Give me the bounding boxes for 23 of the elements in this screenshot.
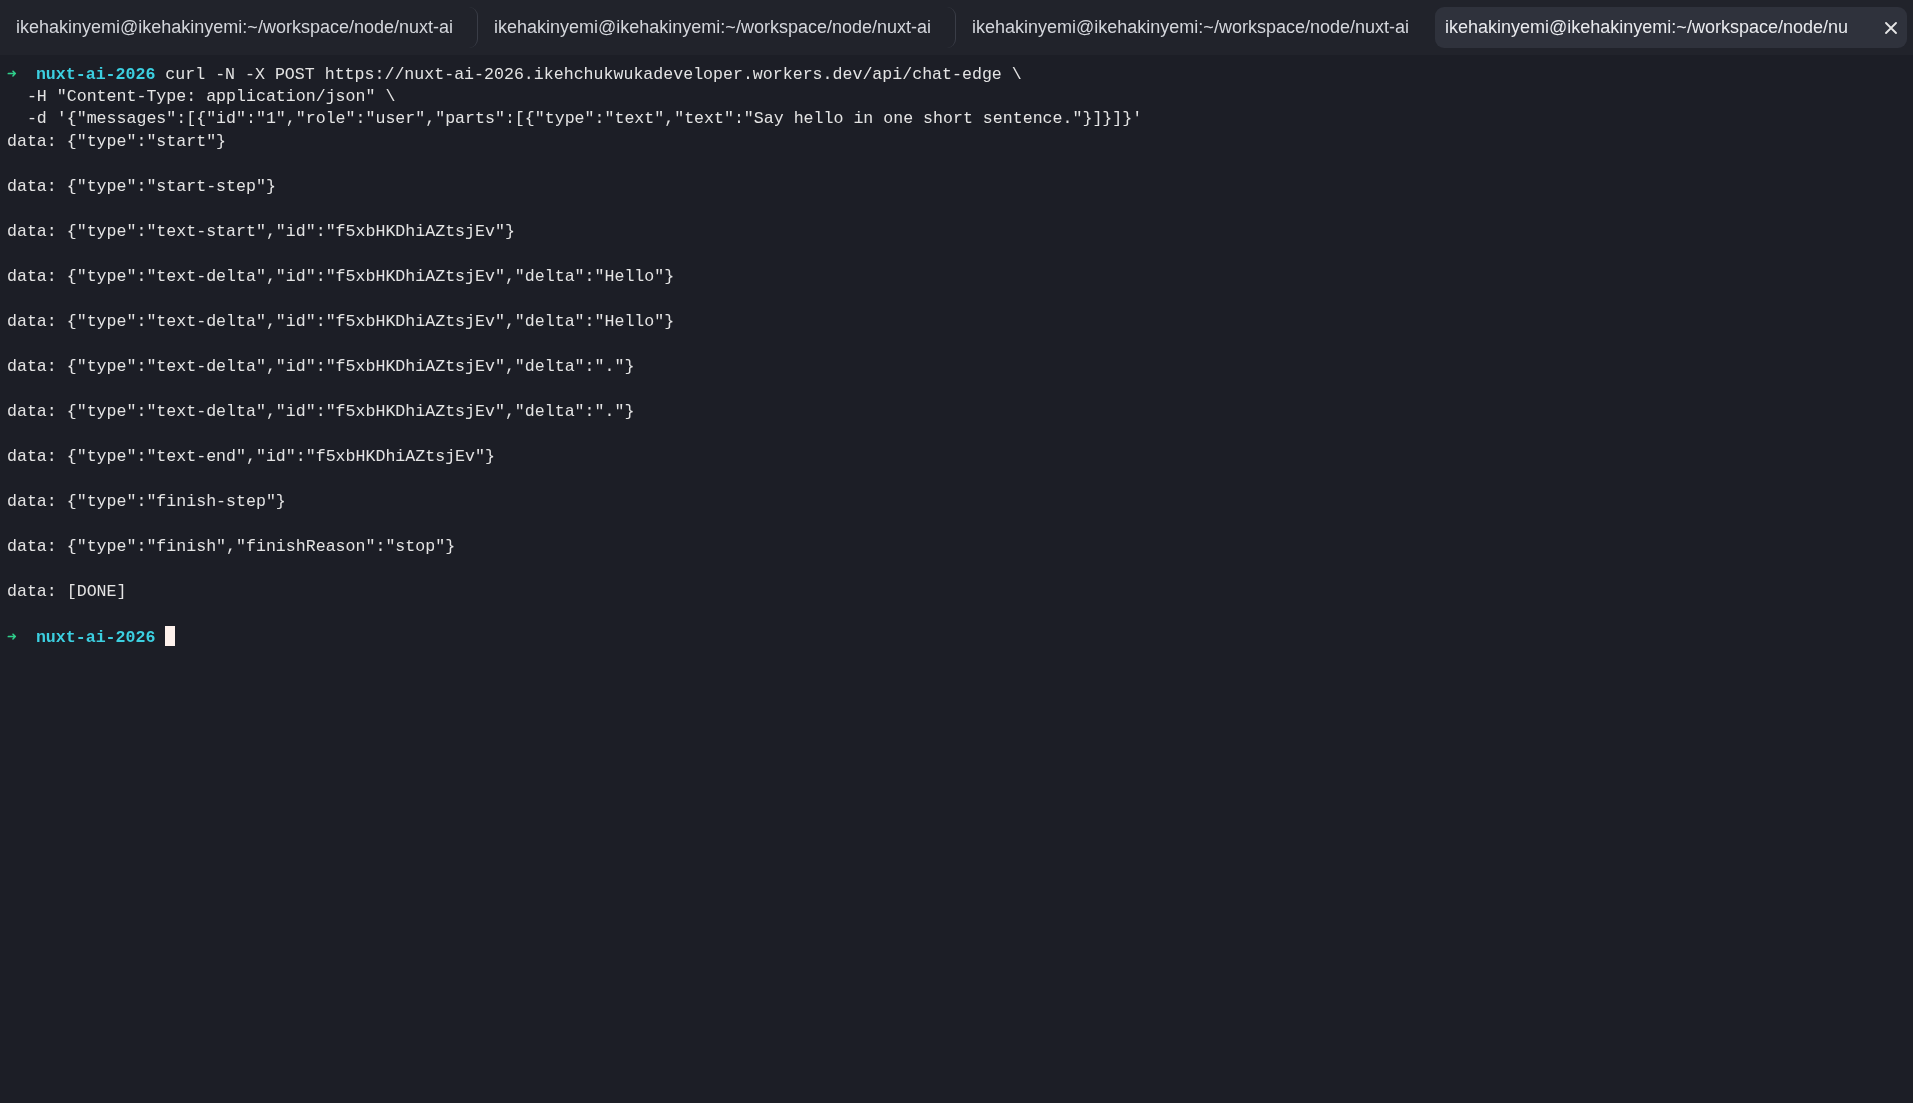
prompt-directory: nuxt-ai-2026 <box>35 627 156 647</box>
command-text: -d '{"messages":[{"id":"1","role":"user","parts":[{"type":"text","text":"Say hello in one short sentence."}]}]}' <box>26 109 1143 128</box>
output-line: data: {"type":"text-delta","id":"f5xbHKDhiAZtsjEv","delta":"."} <box>7 401 635 421</box>
output-line: data: {"type":"text-delta","id":"f5xbHKDhiAZtsjEv","delta":"."} <box>7 356 635 376</box>
close-icon <box>1885 21 1897 34</box>
prompt-directory: nuxt-ai-2026 <box>35 65 156 84</box>
output-line: data: {"type":"finish-step"} <box>7 491 286 511</box>
command-text: curl -N -X POST https://nuxt-ai-2026.ikehchukwukadeveloper.workers.dev/api/chat-edge \ <box>165 65 1022 84</box>
prompt-symbol: ➜ <box>7 626 17 646</box>
output-line: data: {"type":"text-start","id":"f5xbHKDhiAZtsjEv"} <box>7 221 515 241</box>
output-line: data: {"type":"text-delta","id":"f5xbHKDhiAZtsjEv","delta":"Hello"} <box>7 266 675 286</box>
terminal-tab[interactable]: ikehakinyemi@ikehakinyemi:~/workspace/node/nuxt-ai <box>478 7 956 48</box>
output-line: data: [DONE] <box>7 581 127 601</box>
output-line: data: {"type":"text-delta","id":"f5xbHKDhiAZtsjEv","delta":"Hello"} <box>7 311 675 331</box>
command-text: -H "Content-Type: application/json" \ <box>26 86 396 106</box>
terminal-tab[interactable]: ikehakinyemi@ikehakinyemi:~/workspace/node/nuxt-ai <box>0 7 478 48</box>
prompt-symbol: ➜ <box>7 64 17 83</box>
output-line: data: {"type":"start"} <box>7 131 227 151</box>
terminal-tab[interactable]: ikehakinyemi@ikehakinyemi:~/workspace/node/nuxt-ai <box>956 7 1434 48</box>
output-line: data: {"type":"finish","finishReason":"stop"} <box>7 536 456 556</box>
output-line: data: {"type":"start-step"} <box>7 176 276 196</box>
output-line: data: {"type":"text-end","id":"f5xbHKDhiAZtsjEv"} <box>7 446 495 466</box>
terminal-tab[interactable]: ikehakinyemi@ikehakinyemi:~/workspace/node/nu <box>1435 7 1907 48</box>
